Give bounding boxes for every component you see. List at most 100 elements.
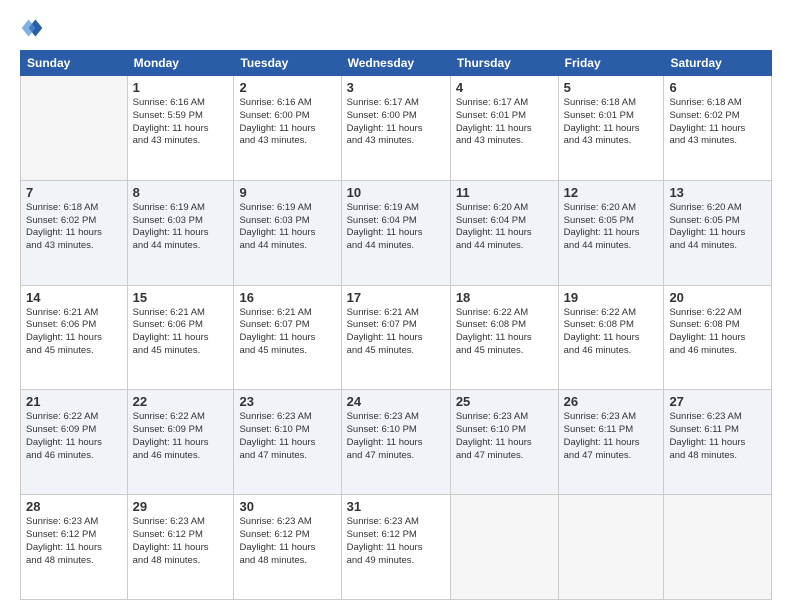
week-row-4: 28 Sunrise: 6:23 AM Sunset: 6:12 PM Dayli…	[21, 495, 772, 600]
day-cell: 13 Sunrise: 6:20 AM Sunset: 6:05 PM Dayli…	[664, 180, 772, 285]
day-number: 26	[564, 394, 659, 409]
day-info: Sunrise: 6:16 AM Sunset: 6:00 PM Dayligh…	[239, 97, 335, 148]
day-info: Sunrise: 6:20 AM Sunset: 6:05 PM Dayligh…	[564, 202, 659, 253]
day-info: Sunrise: 6:16 AM Sunset: 5:59 PM Dayligh…	[133, 97, 229, 148]
day-cell: 21Sunrise: 6:22 AM Sunset: 6:09 PM Dayli…	[21, 390, 128, 495]
day-number: 27	[669, 394, 766, 409]
page: SundayMondayTuesdayWednesdayThursdayFrid…	[0, 0, 792, 612]
day-info: Sunrise: 6:23 AM Sunset: 6:10 PM Dayligh…	[456, 411, 553, 462]
logo-icon	[20, 16, 44, 40]
day-cell: 15 Sunrise: 6:21 AM Sunset: 6:06 PM Dayli…	[127, 285, 234, 390]
day-cell: 14 Sunrise: 6:21 AM Sunset: 6:06 PM Dayli…	[21, 285, 128, 390]
day-info: Sunrise: 6:23 AM Sunset: 6:12 PM Dayligh…	[347, 516, 445, 567]
col-header-sunday: Sunday	[21, 51, 128, 76]
day-info: Sunrise: 6:23 AM Sunset: 6:10 PM Dayligh…	[347, 411, 445, 462]
day-cell	[664, 495, 772, 600]
day-number: 8	[133, 185, 229, 200]
day-cell: 18Sunrise: 6:22 AM Sunset: 6:08 PM Dayli…	[450, 285, 558, 390]
day-info: Sunrise: 6:22 AM Sunset: 6:08 PM Dayligh…	[669, 307, 766, 358]
day-number: 31	[347, 499, 445, 514]
day-info: Sunrise: 6:20 AM Sunset: 6:04 PM Dayligh…	[456, 202, 553, 253]
day-cell: 6 Sunrise: 6:18 AM Sunset: 6:02 PM Daylig…	[664, 76, 772, 181]
logo	[20, 16, 48, 40]
day-cell: 19 Sunrise: 6:22 AM Sunset: 6:08 PM Dayli…	[558, 285, 664, 390]
day-cell	[558, 495, 664, 600]
week-row-3: 21 Sunrise: 6:22 AM Sunset: 6:09 PM Dayli…	[21, 390, 772, 495]
day-number: 16	[239, 290, 335, 305]
day-cell: 1 Sunrise: 6:16 AM Sunset: 5:59 PM Daylig…	[127, 76, 234, 181]
day-number: 11	[456, 185, 553, 200]
day-info: Sunrise: 6:22 AM Sunset: 6:08 PM Dayligh…	[456, 307, 553, 358]
day-number: 9	[239, 185, 335, 200]
day-cell: 7Sunrise: 6:18 AM Sunset: 6:02 PM Daylig…	[21, 180, 128, 285]
col-header-tuesday: Tuesday	[234, 51, 341, 76]
day-number: 15	[133, 290, 229, 305]
day-info: Sunrise: 6:22 AM Sunset: 6:09 PM Dayligh…	[133, 411, 229, 462]
day-number: 22	[133, 394, 229, 409]
day-cell: 23 Sunrise: 6:23 AM Sunset: 6:10 PM Dayli…	[234, 390, 341, 495]
day-cell: 3 Sunrise: 6:17 AM Sunset: 6:00 PM Daylig…	[341, 76, 450, 181]
day-info: Sunrise: 6:17 AM Sunset: 6:00 PM Dayligh…	[347, 97, 445, 148]
day-cell: 22 Sunrise: 6:22 AM Sunset: 6:09 PM Dayli…	[127, 390, 234, 495]
col-header-thursday: Thursday	[450, 51, 558, 76]
day-info: Sunrise: 6:18 AM Sunset: 6:01 PM Dayligh…	[564, 97, 659, 148]
header-row: SundayMondayTuesdayWednesdayThursdayFrid…	[21, 51, 772, 76]
day-number: 17	[347, 290, 445, 305]
day-cell: 8 Sunrise: 6:19 AM Sunset: 6:03 PM Daylig…	[127, 180, 234, 285]
day-info: Sunrise: 6:21 AM Sunset: 6:06 PM Dayligh…	[26, 307, 122, 358]
day-number: 14	[26, 290, 122, 305]
day-cell: 26 Sunrise: 6:23 AM Sunset: 6:11 PM Dayli…	[558, 390, 664, 495]
day-info: Sunrise: 6:21 AM Sunset: 6:06 PM Dayligh…	[133, 307, 229, 358]
day-info: Sunrise: 6:20 AM Sunset: 6:05 PM Dayligh…	[669, 202, 766, 253]
day-cell: 25Sunrise: 6:23 AM Sunset: 6:10 PM Dayli…	[450, 390, 558, 495]
day-cell: 28 Sunrise: 6:23 AM Sunset: 6:12 PM Dayli…	[21, 495, 128, 600]
day-number: 24	[347, 394, 445, 409]
day-info: Sunrise: 6:19 AM Sunset: 6:03 PM Dayligh…	[239, 202, 335, 253]
day-cell: 30Sunrise: 6:23 AM Sunset: 6:12 PM Dayli…	[234, 495, 341, 600]
day-info: Sunrise: 6:17 AM Sunset: 6:01 PM Dayligh…	[456, 97, 553, 148]
day-info: Sunrise: 6:23 AM Sunset: 6:12 PM Dayligh…	[26, 516, 122, 567]
day-number: 7	[26, 185, 122, 200]
day-info: Sunrise: 6:23 AM Sunset: 6:12 PM Dayligh…	[239, 516, 335, 567]
day-number: 6	[669, 80, 766, 95]
day-info: Sunrise: 6:23 AM Sunset: 6:12 PM Dayligh…	[133, 516, 229, 567]
day-number: 19	[564, 290, 659, 305]
day-cell: 9 Sunrise: 6:19 AM Sunset: 6:03 PM Daylig…	[234, 180, 341, 285]
day-cell: 20 Sunrise: 6:22 AM Sunset: 6:08 PM Dayli…	[664, 285, 772, 390]
week-row-2: 14 Sunrise: 6:21 AM Sunset: 6:06 PM Dayli…	[21, 285, 772, 390]
day-info: Sunrise: 6:23 AM Sunset: 6:10 PM Dayligh…	[239, 411, 335, 462]
day-info: Sunrise: 6:18 AM Sunset: 6:02 PM Dayligh…	[669, 97, 766, 148]
col-header-saturday: Saturday	[664, 51, 772, 76]
day-info: Sunrise: 6:23 AM Sunset: 6:11 PM Dayligh…	[564, 411, 659, 462]
day-cell: 10 Sunrise: 6:19 AM Sunset: 6:04 PM Dayli…	[341, 180, 450, 285]
day-number: 20	[669, 290, 766, 305]
day-number: 21	[26, 394, 122, 409]
day-cell	[21, 76, 128, 181]
day-number: 10	[347, 185, 445, 200]
day-info: Sunrise: 6:19 AM Sunset: 6:03 PM Dayligh…	[133, 202, 229, 253]
day-info: Sunrise: 6:19 AM Sunset: 6:04 PM Dayligh…	[347, 202, 445, 253]
day-cell: 17 Sunrise: 6:21 AM Sunset: 6:07 PM Dayli…	[341, 285, 450, 390]
day-cell: 4 Sunrise: 6:17 AM Sunset: 6:01 PM Daylig…	[450, 76, 558, 181]
day-number: 28	[26, 499, 122, 514]
day-number: 23	[239, 394, 335, 409]
header	[20, 16, 772, 40]
week-row-1: 7Sunrise: 6:18 AM Sunset: 6:02 PM Daylig…	[21, 180, 772, 285]
day-number: 4	[456, 80, 553, 95]
day-number: 1	[133, 80, 229, 95]
day-cell: 16 Sunrise: 6:21 AM Sunset: 6:07 PM Dayli…	[234, 285, 341, 390]
col-header-friday: Friday	[558, 51, 664, 76]
col-header-monday: Monday	[127, 51, 234, 76]
day-number: 3	[347, 80, 445, 95]
day-info: Sunrise: 6:21 AM Sunset: 6:07 PM Dayligh…	[239, 307, 335, 358]
day-cell: 29 Sunrise: 6:23 AM Sunset: 6:12 PM Dayli…	[127, 495, 234, 600]
day-cell: 24 Sunrise: 6:23 AM Sunset: 6:10 PM Dayli…	[341, 390, 450, 495]
day-info: Sunrise: 6:21 AM Sunset: 6:07 PM Dayligh…	[347, 307, 445, 358]
day-info: Sunrise: 6:22 AM Sunset: 6:08 PM Dayligh…	[564, 307, 659, 358]
day-number: 12	[564, 185, 659, 200]
day-cell: 31 Sunrise: 6:23 AM Sunset: 6:12 PM Dayli…	[341, 495, 450, 600]
col-header-wednesday: Wednesday	[341, 51, 450, 76]
day-number: 5	[564, 80, 659, 95]
day-number: 13	[669, 185, 766, 200]
day-number: 29	[133, 499, 229, 514]
